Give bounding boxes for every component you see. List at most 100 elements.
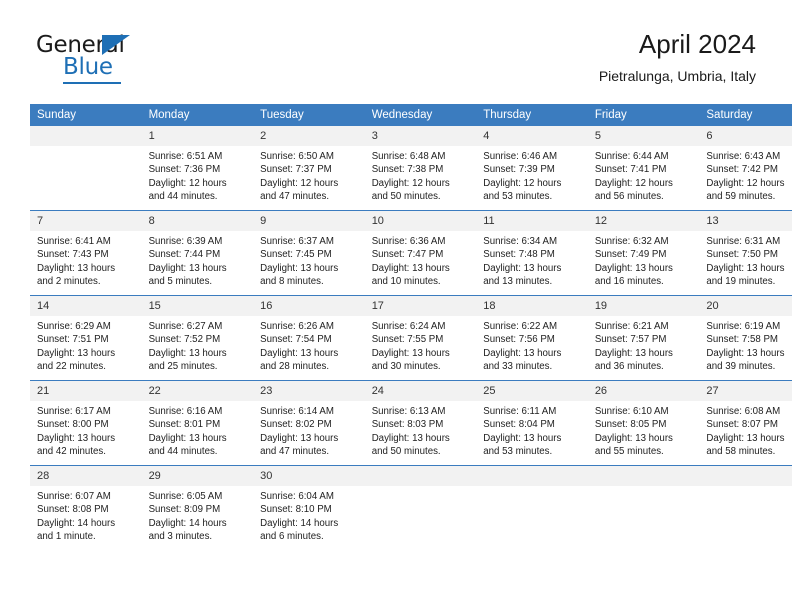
sunset-text: Sunset: 7:54 PM [260,334,332,346]
sunset-text: Sunset: 7:57 PM [594,334,667,346]
sunset-text: Sunset: 7:52 PM [148,334,221,346]
page-title: April 2024 [638,29,756,59]
day-details: Sunrise: 6:05 AM Sunset: 8:09 PM Daylight:… [142,486,254,543]
sunset-text: Sunset: 7:47 PM [371,249,444,261]
sunrise-text: Sunrise: 6:10 AM [594,406,669,417]
calendar-week-row: 7 Sunrise: 6:41 AM Sunset: 7:43 PM Daylight… [30,210,792,296]
day-details: Sunrise: 6:27 AM Sunset: 7:52 PM Daylight:… [142,316,254,373]
day-number: 10 [364,211,477,231]
day-number: 24 [364,381,477,401]
daylight-text-line1: Daylight: 13 hours [260,262,339,274]
sunrise-text: Sunrise: 6:36 AM [371,236,446,247]
sunset-text: Sunset: 7:39 PM [483,164,555,176]
day-details [365,486,477,490]
sunset-text: Sunset: 7:45 PM [260,249,332,261]
day-details [588,486,700,490]
day-details: Sunrise: 6:41 AM Sunset: 7:43 PM Daylight:… [30,231,142,288]
day-details: Sunrise: 6:50 AM Sunset: 7:37 PM Daylight:… [253,146,365,203]
day-number: 12 [587,211,700,231]
calendar-day-cell[interactable]: 28 Sunrise: 6:07 AM Sunset: 8:08 PM Dayligh… [30,465,142,550]
calendar-day-cell[interactable]: 17 Sunrise: 6:24 AM Sunset: 7:55 PM Dayligh… [364,295,477,381]
calendar-day-cell[interactable]: 24 Sunrise: 6:13 AM Sunset: 8:03 PM Dayligh… [364,380,477,466]
sunrise-text: Sunrise: 6:16 AM [148,406,223,417]
calendar-day-cell[interactable]: 3 Sunrise: 6:48 AM Sunset: 7:38 PM Daylight… [364,126,477,211]
sunset-text: Sunset: 8:09 PM [148,504,221,516]
sunset-text: Sunset: 7:56 PM [483,334,555,346]
calendar-day-cell[interactable]: 1 Sunrise: 6:51 AM Sunset: 7:36 PM Daylight… [141,126,254,211]
calendar-day-cell[interactable]: 26 Sunrise: 6:10 AM Sunset: 8:05 PM Dayligh… [587,380,700,466]
daylight-text-line2: and 33 minutes. [483,360,553,372]
daylight-text-line2: and 44 minutes. [148,445,218,457]
calendar-day-cell[interactable]: 11 Sunrise: 6:34 AM Sunset: 7:48 PM Dayligh… [476,210,588,296]
sunrise-text: Sunrise: 6:05 AM [148,491,223,502]
calendar-day-cell[interactable]: 15 Sunrise: 6:27 AM Sunset: 7:52 PM Dayligh… [141,295,254,381]
calendar-day-cell[interactable]: 30 Sunrise: 6:04 AM Sunset: 8:10 PM Dayligh… [253,465,365,550]
calendar-day-cell[interactable]: 25 Sunrise: 6:11 AM Sunset: 8:04 PM Dayligh… [476,380,588,466]
calendar-day-cell[interactable]: 5 Sunrise: 6:44 AM Sunset: 7:41 PM Daylight… [587,126,700,211]
day-details: Sunrise: 6:32 AM Sunset: 7:49 PM Daylight:… [588,231,700,288]
sunset-text: Sunset: 8:01 PM [148,419,221,431]
calendar-day-cell[interactable]: 2 Sunrise: 6:50 AM Sunset: 7:37 PM Daylight… [253,126,365,211]
calendar-day-cell[interactable]: 18 Sunrise: 6:22 AM Sunset: 7:56 PM Dayligh… [476,295,588,381]
sunrise-text: Sunrise: 6:34 AM [483,236,558,247]
calendar-day-cell[interactable]: 4 Sunrise: 6:46 AM Sunset: 7:39 PM Daylight… [476,126,588,211]
daylight-text-line2: and 25 minutes. [148,360,218,372]
calendar-day-cell[interactable]: 13 Sunrise: 6:31 AM Sunset: 7:50 PM Dayligh… [699,210,792,296]
day-details [30,146,142,150]
calendar-day-cell[interactable]: 27 Sunrise: 6:08 AM Sunset: 8:07 PM Dayligh… [699,380,792,466]
daylight-text-line2: and 58 minutes. [706,445,776,457]
calendar-day-cell[interactable]: 22 Sunrise: 6:16 AM Sunset: 8:01 PM Dayligh… [141,380,254,466]
calendar-day-cell[interactable]: 23 Sunrise: 6:14 AM Sunset: 8:02 PM Dayligh… [253,380,365,466]
day-number [699,466,792,486]
daylight-text-line1: Daylight: 13 hours [483,432,562,444]
calendar-day-cell[interactable]: 6 Sunrise: 6:43 AM Sunset: 7:42 PM Daylight… [699,126,792,211]
day-details: Sunrise: 6:39 AM Sunset: 7:44 PM Daylight:… [142,231,254,288]
day-details: Sunrise: 6:51 AM Sunset: 7:36 PM Daylight:… [142,146,254,203]
daylight-text-line1: Daylight: 13 hours [594,432,673,444]
day-number [30,126,142,146]
daylight-text-line2: and 10 minutes. [371,275,441,287]
calendar-week-row: 28 Sunrise: 6:07 AM Sunset: 8:08 PM Dayligh… [30,465,792,550]
calendar-day-cell[interactable]: 7 Sunrise: 6:41 AM Sunset: 7:43 PM Daylight… [30,210,142,296]
calendar-day-cell[interactable]: 29 Sunrise: 6:05 AM Sunset: 8:09 PM Dayligh… [141,465,254,550]
calendar-day-cell[interactable]: 14 Sunrise: 6:29 AM Sunset: 7:51 PM Dayligh… [30,295,142,381]
triangle-icon [102,35,130,55]
daylight-text-line2: and 6 minutes. [260,530,324,542]
weekday-header-saturday: Saturday [699,104,792,126]
sunset-text: Sunset: 7:48 PM [483,249,555,261]
daylight-text-line1: Daylight: 12 hours [371,177,450,189]
daylight-text-line1: Daylight: 13 hours [260,347,339,359]
day-details: Sunrise: 6:46 AM Sunset: 7:39 PM Daylight:… [476,146,588,203]
daylight-text-line2: and 8 minutes. [260,275,324,287]
day-number: 14 [30,296,142,316]
calendar-day-cell[interactable]: 19 Sunrise: 6:21 AM Sunset: 7:57 PM Dayligh… [587,295,700,381]
calendar-day-cell[interactable]: 16 Sunrise: 6:26 AM Sunset: 7:54 PM Dayligh… [253,295,365,381]
sunrise-text: Sunrise: 6:37 AM [260,236,334,247]
calendar-day-cell[interactable]: 12 Sunrise: 6:32 AM Sunset: 7:49 PM Dayligh… [587,210,700,296]
daylight-text-line1: Daylight: 13 hours [37,347,116,359]
weekday-header-thursday: Thursday [476,104,588,126]
calendar-day-cell[interactable]: 10 Sunrise: 6:36 AM Sunset: 7:47 PM Dayligh… [364,210,477,296]
daylight-text-line1: Daylight: 13 hours [148,347,227,359]
sunset-text: Sunset: 8:08 PM [37,504,109,516]
day-number: 15 [141,296,254,316]
sunset-text: Sunset: 8:00 PM [37,419,109,431]
day-details: Sunrise: 6:17 AM Sunset: 8:00 PM Daylight:… [30,401,142,458]
day-details [476,486,588,490]
day-number: 7 [30,211,142,231]
calendar-day-cell[interactable]: 20 Sunrise: 6:19 AM Sunset: 7:58 PM Dayligh… [699,295,792,381]
daylight-text-line1: Daylight: 14 hours [260,517,339,529]
daylight-text-line2: and 3 minutes. [148,530,213,542]
daylight-text-line2: and 55 minutes. [594,445,664,457]
daylight-text-line1: Daylight: 13 hours [706,347,785,359]
calendar-grid: Sunday Monday Tuesday Wednesday Thursday Frid… [30,104,792,550]
calendar-day-cell[interactable]: 9 Sunrise: 6:37 AM Sunset: 7:45 PM Daylight… [253,210,365,296]
day-number: 9 [253,211,365,231]
daylight-text-line2: and 28 minutes. [260,360,330,372]
day-details: Sunrise: 6:24 AM Sunset: 7:55 PM Daylight:… [365,316,477,373]
weekday-header-monday: Monday [141,104,254,126]
calendar-day-cell[interactable]: 8 Sunrise: 6:39 AM Sunset: 7:44 PM Daylight… [141,210,254,296]
sunrise-text: Sunrise: 6:08 AM [706,406,781,417]
calendar-day-cell[interactable]: 21 Sunrise: 6:17 AM Sunset: 8:00 PM Dayligh… [30,380,142,466]
sunset-text: Sunset: 7:49 PM [594,249,667,261]
